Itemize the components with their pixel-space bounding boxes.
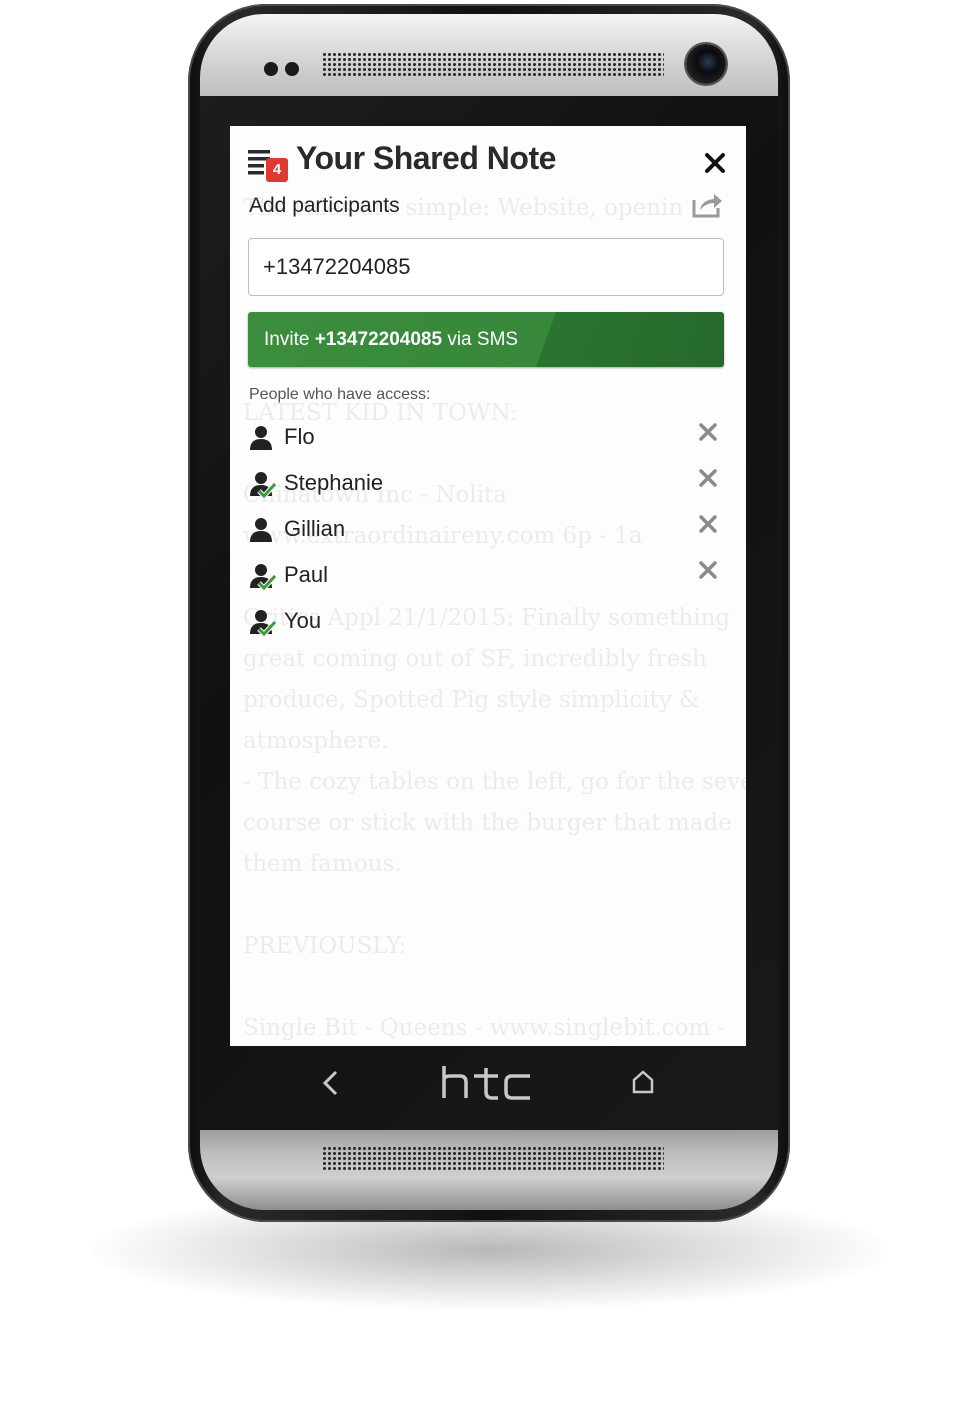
participant-name: You xyxy=(284,608,322,633)
back-button[interactable] xyxy=(318,1068,344,1098)
add-participants-label: Add participants xyxy=(249,194,400,217)
htc-logo xyxy=(442,1066,530,1100)
participant-row: You xyxy=(248,602,726,642)
screen: The rules are simple: Website, openin LA… xyxy=(230,126,746,1046)
participant-name: Paul xyxy=(284,562,329,587)
background-note-line: PREVIOUSLY: xyxy=(243,933,407,959)
invite-suffix: via SMS xyxy=(442,328,519,350)
participant-row: Paul xyxy=(248,556,726,596)
background-note-line: great coming out of SF, incredibly fresh xyxy=(243,646,707,672)
participant-name: Flo xyxy=(284,424,315,449)
phone-number-input[interactable] xyxy=(248,238,724,296)
background-note-line: atmosphere. xyxy=(243,728,389,754)
share-icon[interactable] xyxy=(690,190,724,220)
home-icon xyxy=(632,1070,654,1094)
remove-participant-icon[interactable] xyxy=(698,468,718,488)
participant-row: Gillian xyxy=(248,510,726,550)
front-camera xyxy=(686,44,726,84)
remove-participant-icon[interactable] xyxy=(698,422,718,442)
user-verified-icon xyxy=(248,470,277,500)
background-note-line xyxy=(243,885,743,926)
top-speaker-grille xyxy=(322,52,664,78)
notification-badge: 4 xyxy=(266,158,288,182)
page-title: Your Shared Note xyxy=(296,140,556,176)
sensor-dot xyxy=(285,62,299,76)
participant-name: Stephanie xyxy=(284,470,384,495)
background-note-line: Single Bit - Queens - www.singlebit.com … xyxy=(243,1015,726,1041)
background-note-line xyxy=(243,967,743,1008)
sensor-dot xyxy=(264,62,278,76)
participant-row: Flo xyxy=(248,418,726,458)
invite-number: +13472204085 xyxy=(314,328,443,350)
participant-name: Gillian xyxy=(284,516,346,541)
back-arrow-icon xyxy=(322,1070,338,1096)
user-icon xyxy=(248,424,276,452)
invite-sms-button[interactable]: Invite +13472204085 via SMS xyxy=(248,312,724,367)
home-button[interactable] xyxy=(630,1068,656,1096)
participant-row: Stephanie xyxy=(248,464,726,504)
remove-participant-icon[interactable] xyxy=(698,514,718,534)
background-note-line: them famous. xyxy=(243,851,402,877)
user-icon xyxy=(248,516,276,544)
background-note-line: course or stick with the burger that mad… xyxy=(243,810,732,836)
remove-participant-icon[interactable] xyxy=(698,560,718,580)
bottom-speaker-grille xyxy=(322,1146,664,1172)
background-note-line: produce, Spotted Pig style simplicity & xyxy=(243,687,700,713)
background-note-line: - The cozy tables on the left, go for th… xyxy=(243,769,746,795)
user-verified-icon xyxy=(248,562,277,592)
close-icon[interactable] xyxy=(704,152,726,174)
invite-prefix: Invite xyxy=(264,328,315,350)
access-label: People who have access: xyxy=(249,386,431,403)
user-verified-icon xyxy=(248,608,277,638)
